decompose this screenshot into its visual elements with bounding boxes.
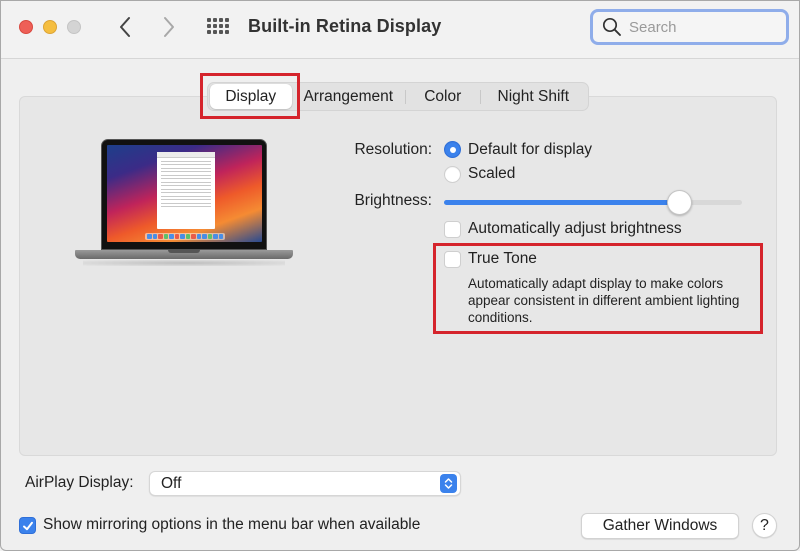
- resolution-label: Resolution:: [354, 141, 432, 158]
- forward-button[interactable]: [157, 14, 181, 40]
- titlebar: Built-in Retina Display: [1, 1, 799, 59]
- minimize-window-button[interactable]: [43, 20, 57, 34]
- macbook-display-illustration: [75, 139, 293, 269]
- laptop-shadow: [83, 260, 285, 266]
- search-input[interactable]: [629, 18, 769, 36]
- resolution-default-label[interactable]: Default for display: [468, 141, 592, 159]
- resolution-default-radio[interactable]: [444, 141, 461, 158]
- window-title: Built-in Retina Display: [248, 16, 442, 36]
- show-mirroring-checkbox[interactable]: [19, 517, 36, 534]
- laptop-notch: [168, 250, 200, 253]
- brightness-slider-fill: [444, 200, 680, 205]
- show-mirroring-label[interactable]: Show mirroring options in the menu bar w…: [43, 516, 420, 534]
- tab-night-shift[interactable]: Night Shift: [481, 84, 586, 109]
- screen-dock: [145, 233, 225, 240]
- tab-color[interactable]: Color: [406, 84, 480, 109]
- chevron-left-icon: [120, 17, 130, 37]
- true-tone-label[interactable]: True Tone: [468, 250, 537, 268]
- screen-document-window: [157, 152, 215, 229]
- search-field[interactable]: [590, 9, 789, 45]
- auto-brightness-checkbox[interactable]: [444, 221, 461, 238]
- tab-display[interactable]: Display: [210, 84, 292, 109]
- airplay-display-value: Off: [161, 475, 182, 492]
- help-button[interactable]: ?: [752, 513, 777, 538]
- true-tone-checkbox[interactable]: [444, 251, 461, 268]
- true-tone-description: Automatically adapt display to make colo…: [468, 276, 740, 325]
- checkmark-icon: [23, 521, 33, 531]
- back-button[interactable]: [113, 14, 137, 40]
- brightness-label: Brightness:: [354, 192, 432, 209]
- tab-bar: Display Arrangement Color Night Shift: [207, 82, 589, 111]
- resolution-scaled-label[interactable]: Scaled: [468, 165, 515, 183]
- brightness-slider[interactable]: [444, 190, 742, 215]
- show-all-grid-icon[interactable]: [207, 17, 229, 37]
- search-icon: [602, 17, 621, 36]
- chevron-right-icon: [164, 17, 174, 37]
- airplay-display-label: AirPlay Display:: [25, 474, 134, 491]
- resolution-scaled-radio[interactable]: [444, 166, 461, 183]
- close-window-button[interactable]: [19, 20, 33, 34]
- auto-brightness-label[interactable]: Automatically adjust brightness: [468, 220, 682, 238]
- gather-windows-button[interactable]: Gather Windows: [581, 513, 739, 539]
- laptop-bezel: [101, 139, 267, 250]
- laptop-screen: [107, 145, 262, 242]
- zoom-window-button[interactable]: [67, 20, 81, 34]
- airplay-display-select[interactable]: Off: [149, 471, 461, 496]
- system-preferences-window: Built-in Retina Display Display Arrangem…: [0, 0, 800, 551]
- updown-chevron-icon: [440, 474, 457, 493]
- tab-arrangement[interactable]: Arrangement: [292, 84, 405, 109]
